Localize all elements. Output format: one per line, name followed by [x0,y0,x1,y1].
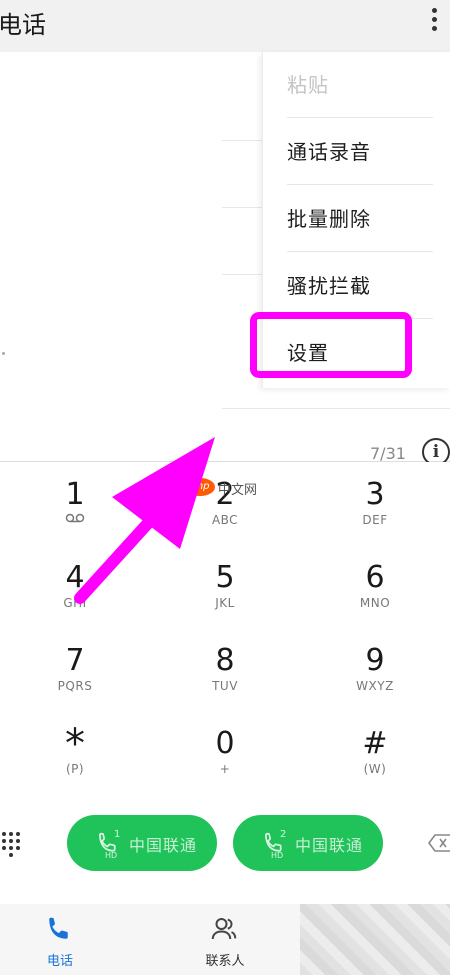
menu-item-paste[interactable]: 粘贴 [287,52,433,118]
carrier-label: 中国联通 [129,836,198,855]
key-digit: * [65,721,85,767]
call-button-sim2[interactable]: 2 HD 中国联通 [233,815,383,871]
key-5[interactable]: 5 JKL [150,545,300,628]
key-8[interactable]: 8 TUV [150,628,300,711]
hd-badge: HD [271,851,284,860]
menu-item-batch-delete[interactable]: 批量删除 [287,186,433,252]
entry-counter: 7/31 [370,444,406,463]
key-2[interactable]: 2 ABC [150,462,300,545]
key-0[interactable]: 0 + [150,711,300,794]
key-letters: TUV [212,679,238,693]
more-options-icon[interactable] [422,4,446,36]
watermark-text: 中文网 [218,483,258,498]
key-digit: 3 [365,477,385,512]
call-button-sim1[interactable]: 1 HD 中国联通 [67,815,217,871]
sim-slot-number: 2 [280,829,287,840]
bottom-nav: 电话 联系人 [0,904,450,975]
key-letters: PQRS [57,679,93,693]
tab-phone[interactable]: 电话 [0,904,120,975]
dialpad-toggle-icon[interactable] [0,828,22,858]
key-digit: 5 [215,560,235,595]
key-6[interactable]: 6 MNO [300,545,450,628]
key-7[interactable]: 7 PQRS [0,628,150,711]
watermark-logo: php [185,478,215,496]
key-4[interactable]: 4 GHI [0,545,150,628]
sim-slot-number: 1 [114,829,121,840]
tab-contacts[interactable]: 联系人 [165,904,285,975]
key-letters: GHI [63,596,87,610]
menu-item-call-recording[interactable]: 通话录音 [287,119,433,185]
divider [222,408,450,409]
backspace-icon[interactable] [428,834,450,852]
key-letters: WXYZ [356,679,394,693]
key-letters: (W) [363,762,387,776]
voicemail-icon [0,512,150,528]
call-action-bar: 1 HD 中国联通 2 HD 中国联通 [0,812,450,904]
annotation-highlight-box [250,312,412,378]
hd-badge: HD [105,851,118,860]
menu-item-harassment-block[interactable]: 骚扰拦截 [287,253,433,319]
tab-label: 电话 [46,954,73,969]
tab-label: 联系人 [205,954,245,969]
key-digit: 7 [65,643,85,678]
key-letters: + [219,762,231,776]
carrier-label: 中国联通 [295,836,364,855]
dial-keypad: 1 2 ABC 3 DEF 4 GHI 5 JKL 6 MNO 7 PQRS 8… [0,462,450,815]
contacts-icon [211,918,237,940]
key-digit: 4 [65,560,85,595]
list-item-marker [2,352,5,355]
key-letters: JKL [215,596,235,610]
key-letters: (P) [65,762,85,776]
key-digit: 8 [215,643,235,678]
key-letters: ABC [211,513,239,527]
key-digit: 6 [365,560,385,595]
key-digit: 0 [215,726,235,761]
pixelated-region [300,904,450,975]
key-letters: MNO [359,596,391,610]
key-9[interactable]: 9 WXYZ [300,628,450,711]
app-bar: 电话 [0,0,450,52]
page-title: 电话 [0,11,46,39]
watermark: php 中文网 [185,478,265,500]
key-1[interactable]: 1 [0,462,150,545]
key-digit: 9 [365,643,385,678]
key-digit: 1 [65,477,85,512]
key-star[interactable]: * (P) [0,711,150,794]
key-digit: # [362,726,388,761]
input-status-row: 7/31 i [0,430,450,466]
phone-icon [49,917,68,939]
key-hash[interactable]: # (W) [300,711,450,794]
key-letters: DEF [362,513,388,527]
key-3[interactable]: 3 DEF [300,462,450,545]
